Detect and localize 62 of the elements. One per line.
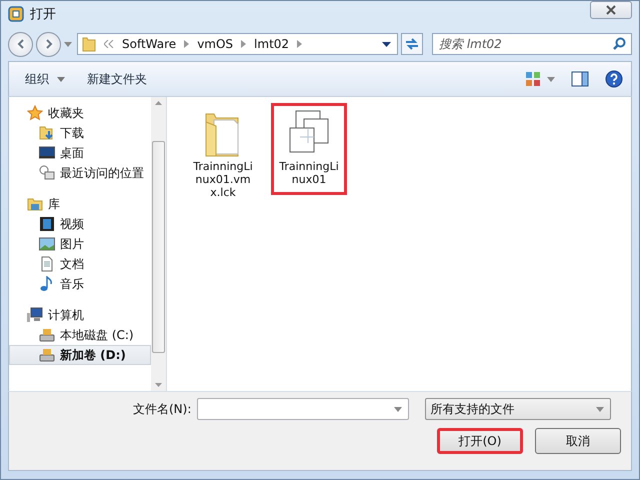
filename-field[interactable]: [197, 398, 410, 420]
file-item[interactable]: TrainningLinux01: [271, 103, 347, 195]
sidebar-item[interactable]: 最近访问的位置: [9, 163, 151, 183]
sidebar-item[interactable]: 新加卷 (D:): [9, 345, 151, 365]
help-icon[interactable]: [605, 70, 623, 88]
preview-pane-icon[interactable]: [571, 71, 589, 87]
toolbar-button[interactable]: 组织: [17, 66, 73, 92]
document-icon: [39, 256, 55, 272]
file-item[interactable]: TrainningLinux01.vmx.lck: [185, 103, 261, 208]
app-icon: [8, 6, 24, 22]
sidebar-item[interactable]: 视频: [9, 214, 151, 234]
recent-places-icon: [39, 165, 55, 181]
music-note-icon: [39, 276, 55, 292]
sidebar-item[interactable]: 本地磁盘 (C:): [9, 325, 151, 345]
dropdown-caret-icon[interactable]: [382, 42, 391, 46]
download-folder-icon: [39, 125, 55, 141]
folder-icon: [82, 36, 96, 52]
breadcrumb-item[interactable]: vmOS: [197, 37, 234, 51]
window-title: 打开: [30, 6, 56, 23]
star-icon: [27, 105, 43, 121]
breadcrumb-item[interactable]: SoftWare: [122, 37, 176, 51]
sidebar-item[interactable]: 计算机: [9, 305, 151, 325]
chevron-right-icon[interactable]: [297, 40, 302, 48]
desktop-icon: [39, 145, 55, 161]
caret-icon[interactable]: [64, 42, 72, 46]
close-icon[interactable]: [606, 5, 616, 15]
computer-icon: [27, 307, 43, 323]
chevron-right-icon[interactable]: [241, 40, 246, 48]
sidebar-item[interactable]: 收藏夹: [9, 103, 151, 123]
search-icon[interactable]: [613, 37, 626, 50]
view-options-icon[interactable]: [525, 71, 541, 87]
filename-label: 文件名(N):: [133, 400, 192, 418]
refresh-button[interactable]: [401, 33, 423, 55]
toolbar-button[interactable]: 新建文件夹: [79, 66, 155, 92]
library-folder-icon: [27, 196, 43, 212]
chevron-right-icon[interactable]: [184, 40, 190, 48]
breadcrumb-item[interactable]: lmt02: [254, 37, 290, 51]
scroll-down-arrow-icon[interactable]: [155, 383, 162, 387]
sidebar-item[interactable]: 下载: [9, 123, 151, 143]
refresh-arrows-icon[interactable]: [404, 37, 420, 51]
dialog-button[interactable]: 取消: [535, 428, 621, 454]
overflow-icon[interactable]: [104, 40, 114, 48]
filetype-dropdown[interactable]: 所有支持的文件: [425, 398, 612, 420]
scrollbar[interactable]: [151, 97, 166, 391]
picture-icon: [39, 236, 55, 252]
forward-button[interactable]: [36, 32, 61, 56]
back-button[interactable]: [8, 32, 33, 56]
search-field[interactable]: 搜索 lmt02: [432, 33, 632, 55]
sidebar-item[interactable]: 桌面: [9, 143, 151, 163]
sidebar-item[interactable]: 文档: [9, 254, 151, 274]
caret-icon[interactable]: [547, 76, 555, 82]
sidebar-item[interactable]: 库: [9, 194, 151, 214]
sidebar-item[interactable]: 音乐: [9, 274, 151, 294]
film-icon: [39, 216, 55, 232]
sidebar-item[interactable]: 图片: [9, 234, 151, 254]
address-bar[interactable]: SoftWare vmOS lmt02: [77, 33, 398, 55]
scroll-up-arrow-icon[interactable]: [155, 101, 162, 105]
drive-icon: [39, 327, 55, 343]
drive-icon: [39, 347, 55, 363]
close-button[interactable]: [590, 1, 632, 19]
caret-icon[interactable]: [57, 76, 65, 82]
dialog-button[interactable]: 打开(O): [437, 428, 523, 454]
